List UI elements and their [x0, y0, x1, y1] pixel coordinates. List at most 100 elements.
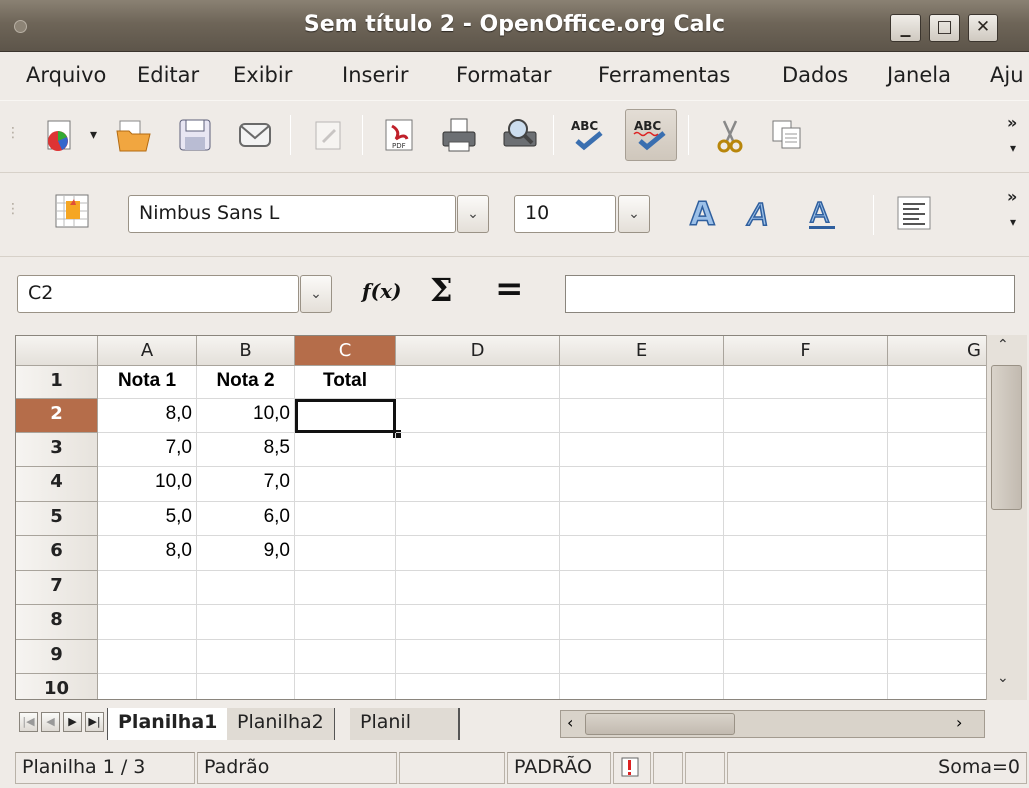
cell-g5[interactable]	[888, 502, 988, 536]
cell-g3[interactable]	[888, 433, 988, 467]
sum-icon[interactable]: Σ	[430, 271, 453, 309]
cell-b3[interactable]: 8,5	[197, 433, 295, 467]
cell-f10[interactable]	[724, 674, 888, 699]
cell-f5[interactable]	[724, 502, 888, 536]
cell-a7[interactable]	[98, 571, 197, 605]
cell-b1[interactable]: Nota 2	[197, 366, 295, 399]
cell-f4[interactable]	[724, 467, 888, 502]
function-wizard-icon[interactable]: f(x)	[362, 279, 401, 303]
row-header[interactable]: 7	[16, 571, 98, 605]
cell-a1[interactable]: Nota 1	[98, 366, 197, 399]
sheet-tab-planilha2[interactable]: Planilha2	[227, 708, 335, 740]
row-header[interactable]: 1	[16, 366, 98, 399]
cell-a3[interactable]: 7,0	[98, 433, 197, 467]
align-left-icon[interactable]	[892, 191, 936, 235]
row-header[interactable]: 2	[16, 399, 98, 433]
cell-g1[interactable]	[888, 366, 988, 399]
copy-icon[interactable]	[765, 113, 809, 157]
cell-a9[interactable]	[98, 640, 197, 674]
toolbar-grip-icon[interactable]: ⋮	[6, 201, 20, 217]
column-header-a[interactable]: A	[98, 336, 197, 366]
row-header[interactable]: 4	[16, 467, 98, 502]
cell-g2[interactable]	[888, 399, 988, 433]
cell-a6[interactable]: 8,0	[98, 536, 197, 571]
cell-a5[interactable]: 5,0	[98, 502, 197, 536]
cell-e5[interactable]	[560, 502, 724, 536]
column-header-g[interactable]: G	[888, 336, 988, 366]
column-header-c[interactable]: C	[295, 336, 396, 366]
status-zoom[interactable]	[399, 752, 505, 784]
print-icon[interactable]	[437, 113, 481, 157]
cell-d9[interactable]	[396, 640, 560, 674]
horizontal-scroll-thumb[interactable]	[585, 713, 735, 735]
cell-d1[interactable]	[396, 366, 560, 399]
cell-f9[interactable]	[724, 640, 888, 674]
cell-f1[interactable]	[724, 366, 888, 399]
column-header-d[interactable]: D	[396, 336, 560, 366]
cut-icon[interactable]	[708, 113, 752, 157]
cell-g8[interactable]	[888, 605, 988, 640]
formula-input[interactable]	[565, 275, 1015, 313]
cell-f2[interactable]	[724, 399, 888, 433]
vertical-scroll-thumb[interactable]	[991, 365, 1022, 510]
column-header-b[interactable]: B	[197, 336, 295, 366]
cell-c4[interactable]	[295, 467, 396, 502]
cell-g7[interactable]	[888, 571, 988, 605]
menu-arquivo[interactable]: Arquivo	[26, 63, 106, 87]
menu-ferramentas[interactable]: Ferramentas	[598, 63, 730, 87]
cell-e8[interactable]	[560, 605, 724, 640]
cell-c10[interactable]	[295, 674, 396, 699]
export-pdf-icon[interactable]: PDF	[377, 113, 421, 157]
status-page-style[interactable]: Padrão	[197, 752, 397, 784]
row-header[interactable]: 9	[16, 640, 98, 674]
toolbar-overflow-icon[interactable]: »	[1007, 187, 1017, 206]
scroll-up-icon[interactable]: ⌃	[997, 337, 1009, 353]
cell-g6[interactable]	[888, 536, 988, 571]
menu-editar[interactable]: Editar	[137, 63, 199, 87]
font-name-input[interactable]: Nimbus Sans L	[128, 195, 456, 233]
cell-a10[interactable]	[98, 674, 197, 699]
open-folder-icon[interactable]	[112, 113, 156, 157]
menu-formatar[interactable]: Formatar	[456, 63, 552, 87]
cell-e3[interactable]	[560, 433, 724, 467]
cell-b9[interactable]	[197, 640, 295, 674]
cell-a8[interactable]	[98, 605, 197, 640]
last-sheet-icon[interactable]: ▶|	[85, 712, 104, 732]
email-icon[interactable]	[233, 113, 277, 157]
cell-e9[interactable]	[560, 640, 724, 674]
horizontal-scrollbar[interactable]: ‹ ›	[560, 710, 985, 738]
toolbar-grip-icon[interactable]: ⋮	[6, 125, 20, 141]
minimize-button[interactable]: _	[890, 14, 921, 42]
close-button[interactable]: ✕	[968, 14, 998, 42]
toolbar-options-icon[interactable]: ▾	[1010, 141, 1016, 155]
cell-f3[interactable]	[724, 433, 888, 467]
cell-e4[interactable]	[560, 467, 724, 502]
scroll-left-icon[interactable]: ‹	[567, 713, 573, 732]
previous-sheet-icon[interactable]: ◀	[41, 712, 60, 732]
row-header[interactable]: 10	[16, 674, 98, 699]
row-header[interactable]: 5	[16, 502, 98, 536]
vertical-scrollbar[interactable]: ⌃ ⌄	[986, 335, 1027, 700]
select-all-corner[interactable]	[16, 336, 98, 366]
cell-d5[interactable]	[396, 502, 560, 536]
cell-b4[interactable]: 7,0	[197, 467, 295, 502]
column-header-e[interactable]: E	[560, 336, 724, 366]
cell-b8[interactable]	[197, 605, 295, 640]
cell-d10[interactable]	[396, 674, 560, 699]
new-dropdown-chevron-icon[interactable]: ▾	[90, 127, 97, 143]
toolbar-options-icon[interactable]: ▾	[1010, 215, 1016, 229]
cell-d4[interactable]	[396, 467, 560, 502]
page-preview-icon[interactable]	[498, 113, 542, 157]
save-icon[interactable]	[173, 113, 217, 157]
next-sheet-icon[interactable]: ▶	[63, 712, 82, 732]
cell-c1[interactable]: Total	[295, 366, 396, 399]
row-header[interactable]: 8	[16, 605, 98, 640]
cell-f6[interactable]	[724, 536, 888, 571]
cell-f8[interactable]	[724, 605, 888, 640]
cell-b10[interactable]	[197, 674, 295, 699]
cell-d2[interactable]	[396, 399, 560, 433]
row-header[interactable]: 6	[16, 536, 98, 571]
autospellcheck-icon[interactable]: ABC	[625, 109, 677, 161]
cell-c3[interactable]	[295, 433, 396, 467]
status-selection-mode[interactable]	[685, 752, 725, 784]
